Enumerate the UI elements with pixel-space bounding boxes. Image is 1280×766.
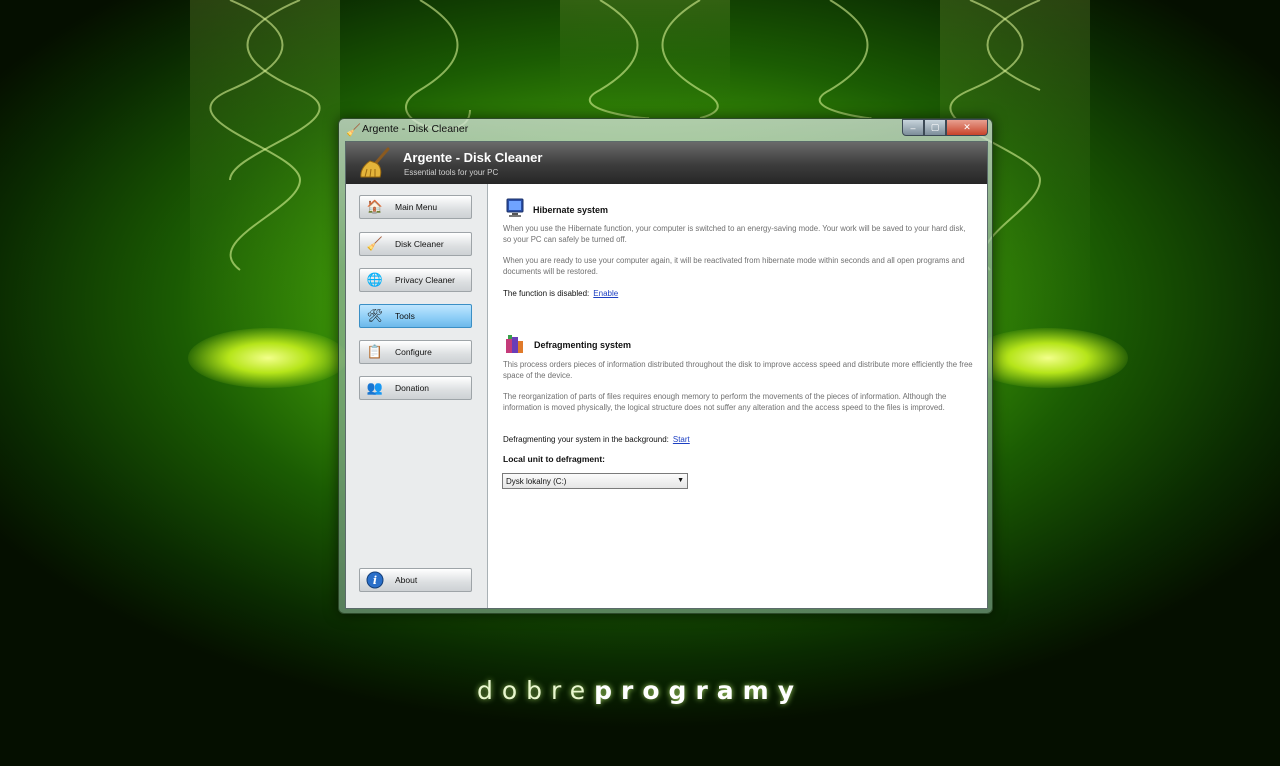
hibernate-status: The function is disabled: Enable (503, 289, 618, 298)
monitor-icon (506, 198, 524, 217)
wallpaper-glow-left (188, 328, 348, 388)
brand-light: dobre (477, 676, 595, 705)
sidebar-item-configure[interactable]: 📋 Configure (359, 340, 472, 364)
tools-panel: Hibernate system When you use the Hibern… (488, 184, 987, 608)
sidebar-item-label: Privacy Cleaner (395, 275, 455, 285)
info-icon: i (365, 571, 385, 589)
sidebar: 🏠 Main Menu 🧹 Disk Cleaner 🌐 Privacy Cle… (346, 184, 488, 608)
window-controls: ‒ ▢ ✕ (902, 119, 988, 136)
about-label: About (395, 575, 418, 585)
tools-icon: 🛠 (366, 308, 384, 323)
sidebar-item-label: Tools (395, 311, 415, 321)
chevron-down-icon: ▼ (677, 477, 684, 484)
donation-icon: 👥 (366, 380, 384, 395)
brand-bold: programy (594, 676, 803, 705)
sidebar-item-donation[interactable]: 👥 Donation (359, 376, 472, 400)
title-bar[interactable]: 🧹 Argente - Disk Cleaner ‒ ▢ ✕ (339, 119, 992, 141)
broom-logo-icon (360, 147, 390, 178)
maximize-icon: ▢ (930, 122, 940, 132)
minimize-button[interactable]: ‒ (902, 119, 924, 136)
defrag-description-2: The reorganization of parts of files req… (503, 392, 947, 412)
privacy-icon: 🌐 (366, 272, 384, 287)
window-title: Argente - Disk Cleaner (362, 123, 469, 135)
configure-icon: 📋 (366, 344, 384, 359)
sidebar-item-label: Configure (395, 347, 432, 357)
enable-link[interactable]: Enable (593, 289, 618, 298)
client-area: Argente - Disk Cleaner Essential tools f… (345, 141, 988, 609)
sidebar-item-label: Disk Cleaner (395, 239, 444, 249)
defrag-description: This process orders pieces of informatio… (503, 360, 973, 380)
sidebar-item-main-menu[interactable]: 🏠 Main Menu (359, 195, 472, 219)
start-link[interactable]: Start (673, 435, 690, 444)
sidebar-item-disk-cleaner[interactable]: 🧹 Disk Cleaner (359, 232, 472, 256)
app-title: Argente - Disk Cleaner (403, 150, 543, 165)
defrag-status-text: Defragmenting your system in the backgro… (503, 435, 669, 444)
house-icon: 🏠 (366, 199, 384, 214)
defrag-icon (506, 335, 523, 353)
app-broom-icon: 🧹 (346, 123, 361, 137)
sidebar-item-privacy-cleaner[interactable]: 🌐 Privacy Cleaner (359, 268, 472, 292)
close-icon: ✕ (963, 122, 971, 132)
app-header: Argente - Disk Cleaner Essential tools f… (346, 142, 987, 184)
broom-icon: 🧹 (366, 236, 384, 251)
about-button[interactable]: i About (359, 568, 472, 592)
local-unit-label: Local unit to defragment: (503, 454, 605, 464)
svg-text:i: i (373, 574, 377, 587)
sidebar-item-label: Main Menu (395, 202, 438, 212)
hibernate-description: When you use the Hibernate function, you… (503, 224, 966, 244)
app-subtitle: Essential tools for your PC (404, 168, 499, 177)
hibernate-description-2: When you are ready to use your computer … (503, 256, 965, 276)
maximize-button[interactable]: ▢ (924, 119, 946, 136)
defrag-status: Defragmenting your system in the backgro… (503, 435, 690, 444)
close-button[interactable]: ✕ (946, 119, 988, 136)
hibernate-title: Hibernate system (533, 205, 609, 215)
sidebar-item-label: Donation (395, 383, 430, 393)
minimize-icon: ‒ (910, 122, 916, 133)
dobreprogramy-logo: dobreprogramy (0, 676, 1280, 705)
hibernate-status-text: The function is disabled: (503, 289, 590, 298)
app-window: 🧹 Argente - Disk Cleaner ‒ ▢ ✕ Argente -… (338, 118, 993, 614)
defrag-title: Defragmenting system (534, 340, 632, 350)
local-unit-select[interactable]: Dysk lokalny (C:) ▼ (502, 473, 688, 489)
local-unit-value: Dysk lokalny (C:) (506, 477, 567, 486)
sidebar-item-tools[interactable]: 🛠 Tools (359, 304, 472, 328)
